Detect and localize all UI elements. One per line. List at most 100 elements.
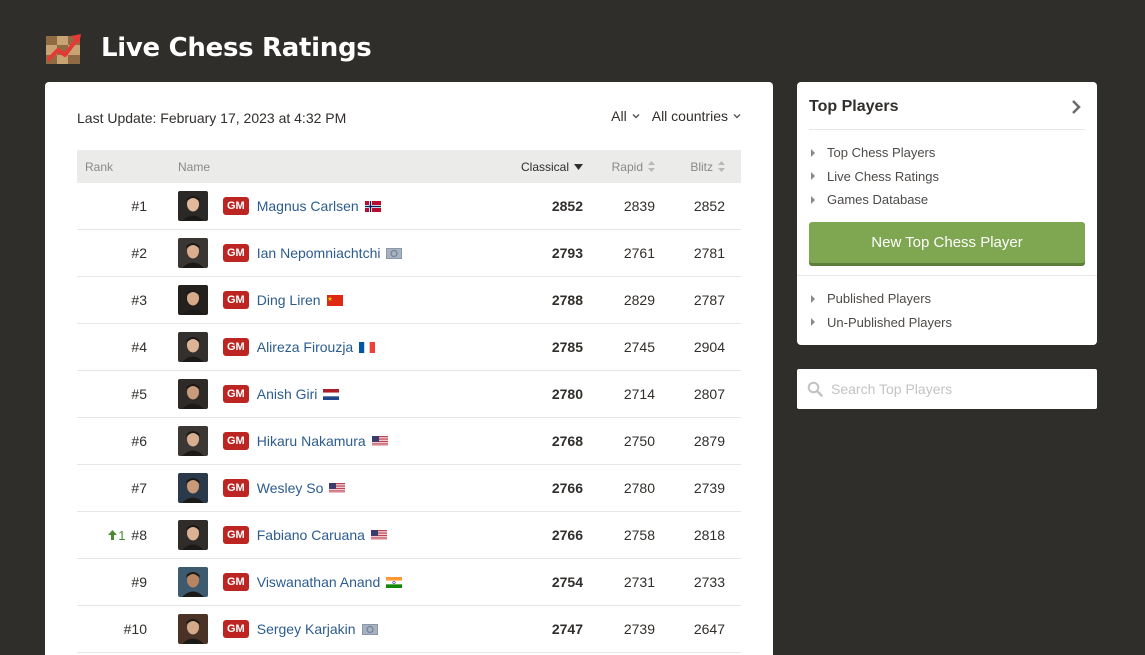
table-row[interactable]: #10 GM Sergey Karjakin 2747 2739 2647: [77, 606, 741, 653]
chevron-right-icon[interactable]: [1071, 100, 1081, 114]
player-avatar[interactable]: [178, 567, 208, 597]
player-name-link[interactable]: Anish Giri: [257, 386, 318, 402]
player-name-link[interactable]: Fabiano Caruana: [257, 527, 365, 543]
sidebar-link-label: Un-Published Players: [827, 314, 953, 330]
rank-cell: #3: [77, 292, 173, 308]
classical-rating: 2785: [551, 339, 583, 355]
player-name-link[interactable]: Ian Nepomniachtchi: [257, 245, 381, 261]
caret-right-icon: [811, 148, 815, 157]
player-name-link[interactable]: Viswanathan Anand: [257, 574, 381, 590]
new-top-chess-player-button[interactable]: New Top Chess Player: [809, 222, 1085, 263]
top-players-card: Top Players Top Chess Players Live Chess…: [797, 82, 1097, 345]
rapid-rating: 2780: [623, 480, 655, 496]
blitz-rating: 2739: [693, 480, 725, 496]
rank-cell: #6: [77, 433, 173, 449]
sidebar-link-unpublished-players[interactable]: Un-Published Players: [811, 311, 952, 335]
player-name-link[interactable]: Alireza Firouzja: [257, 339, 353, 355]
column-header-classical[interactable]: Classical: [505, 160, 595, 174]
player-avatar[interactable]: [178, 285, 208, 315]
name-cell: GM Alireza Firouzja: [173, 332, 505, 362]
usa-flag-icon: [371, 435, 388, 447]
table-row[interactable]: #6 GM Hikaru Nakamura 2768 2750 2879: [77, 418, 741, 465]
player-name-link[interactable]: Magnus Carlsen: [257, 198, 359, 214]
blitz-rating: 2852: [693, 198, 725, 214]
title-badge: GM: [223, 291, 249, 309]
rapid-rating: 2750: [623, 433, 655, 449]
column-header-blitz[interactable]: Blitz: [663, 160, 741, 174]
title-badge: GM: [223, 432, 249, 450]
caret-right-icon: [811, 195, 815, 204]
classical-rating: 2747: [551, 621, 583, 637]
blitz-rating: 2733: [693, 574, 725, 590]
title-badge: GM: [223, 197, 249, 215]
table-row[interactable]: #1 GM Magnus Carlsen 2852 2839 2852: [77, 183, 741, 230]
page-header: Live Chess Ratings: [45, 28, 372, 68]
player-name-link[interactable]: Ding Liren: [257, 292, 321, 308]
title-badge: GM: [223, 526, 249, 544]
table-row[interactable]: #5 GM Anish Giri 2780 2714 2807: [77, 371, 741, 418]
sidebar-link-published-players[interactable]: Published Players: [811, 287, 952, 311]
player-name-link[interactable]: Hikaru Nakamura: [257, 433, 366, 449]
column-header-name: Name: [178, 159, 211, 174]
filter-country-dropdown[interactable]: All countries: [652, 108, 741, 124]
table-row[interactable]: 1 #8 GM Fabiano Caruana 2766 2758 2818: [77, 512, 741, 559]
france-flag-icon: [359, 341, 376, 353]
blitz-rating: 2787: [693, 292, 725, 308]
fide-flag-icon: [386, 247, 403, 259]
rapid-rating: 2739: [623, 621, 655, 637]
table-row[interactable]: #4 GM Alireza Firouzja 2785 2745 2904: [77, 324, 741, 371]
player-avatar[interactable]: [178, 614, 208, 644]
rank-value: #8: [131, 527, 147, 543]
table-row[interactable]: #9 GM Viswanathan Anand 2754 2731 2733: [77, 559, 741, 606]
chart-trend-icon: [45, 30, 83, 66]
sidebar-link-label: Top Chess Players: [827, 145, 936, 161]
sidebar-link-live-chess-ratings[interactable]: Live Chess Ratings: [811, 165, 939, 189]
rapid-rating: 2761: [623, 245, 655, 261]
sort-desc-icon: [574, 163, 583, 170]
column-label: Classical: [520, 159, 569, 174]
sidebar-link-label: Games Database: [827, 192, 929, 208]
name-cell: GM Magnus Carlsen: [173, 191, 505, 221]
chevron-down-icon: [733, 113, 741, 119]
table-row[interactable]: #7 GM Wesley So 2766 2780 2739: [77, 465, 741, 512]
player-avatar[interactable]: [178, 238, 208, 268]
sort-icon: [718, 161, 725, 172]
sidebar-link-games-database[interactable]: Games Database: [811, 188, 939, 212]
chevron-down-icon: [632, 113, 640, 119]
rank-cell: #7: [77, 480, 173, 496]
last-update-text: Last Update: February 17, 2023 at 4:32 P…: [77, 110, 347, 126]
name-cell: GM Fabiano Caruana: [173, 520, 505, 550]
column-header-rapid[interactable]: Rapid: [595, 160, 663, 174]
sort-icon: [648, 161, 655, 172]
player-name-link[interactable]: Wesley So: [257, 480, 324, 496]
player-avatar[interactable]: [178, 473, 208, 503]
player-name-link[interactable]: Sergey Karjakin: [257, 621, 356, 637]
rank-value: #9: [131, 574, 147, 590]
player-avatar[interactable]: [178, 379, 208, 409]
column-header-rank: Rank: [85, 159, 114, 174]
caret-right-icon: [811, 318, 815, 327]
player-avatar[interactable]: [178, 520, 208, 550]
blitz-rating: 2904: [693, 339, 725, 355]
filter-title-dropdown[interactable]: All: [611, 108, 640, 124]
player-avatar[interactable]: [178, 191, 208, 221]
rank-value: #5: [131, 386, 147, 402]
blitz-rating: 2879: [693, 433, 725, 449]
table-header: Rank Name Classical Rapid Blitz: [77, 150, 741, 183]
rank-cell: #10: [77, 621, 173, 637]
table-row[interactable]: #3 GM Ding Liren 2788 2829 2787: [77, 277, 741, 324]
table-row[interactable]: #2 GM Ian Nepomniachtchi 2793 2761 2781: [77, 230, 741, 277]
sidebar-link-top-chess-players[interactable]: Top Chess Players: [811, 141, 939, 165]
rank-cell: #9: [77, 574, 173, 590]
name-cell: GM Ding Liren: [173, 285, 505, 315]
title-badge: GM: [223, 479, 249, 497]
rank-value: #1: [131, 198, 147, 214]
player-avatar[interactable]: [178, 426, 208, 456]
rank-value: #4: [131, 339, 147, 355]
rapid-rating: 2839: [623, 198, 655, 214]
divider: [797, 275, 1097, 276]
rank-value: #6: [131, 433, 147, 449]
search-input[interactable]: [831, 381, 1081, 397]
title-badge: GM: [223, 338, 249, 356]
player-avatar[interactable]: [178, 332, 208, 362]
